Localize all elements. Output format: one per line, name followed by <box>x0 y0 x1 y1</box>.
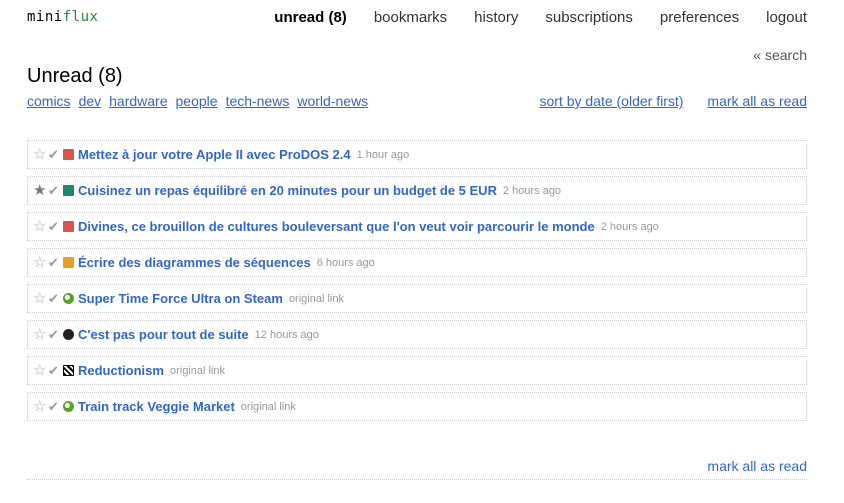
logo-part-flux: flux <box>62 9 99 25</box>
star-icon[interactable]: ☆ <box>33 291 47 306</box>
sort-link[interactable]: sort by date (older first) <box>539 93 683 109</box>
star-icon[interactable]: ☆ <box>33 255 47 270</box>
tag-comics[interactable]: comics <box>27 93 71 109</box>
nav-subscriptions[interactable]: subscriptions <box>545 9 633 26</box>
mark-read-icon[interactable]: ✔ <box>48 363 61 379</box>
tag-tech-news[interactable]: tech-news <box>226 93 290 109</box>
app-logo[interactable]: miniflux <box>27 9 98 25</box>
item-meta: 1 hour ago <box>356 148 410 161</box>
tag-list: comics dev hardware people tech-news wor… <box>27 93 368 109</box>
mark-read-icon[interactable]: ✔ <box>48 399 61 415</box>
tag-hardware[interactable]: hardware <box>109 93 167 109</box>
footer-mark-all-read-link[interactable]: mark all as read <box>707 458 807 474</box>
nav-bookmarks[interactable]: bookmarks <box>374 9 447 26</box>
item-meta[interactable]: original link <box>289 293 344 305</box>
mark-read-icon[interactable]: ✔ <box>48 183 61 199</box>
item-meta[interactable]: original link <box>170 365 225 377</box>
item-meta: 12 hours ago <box>254 328 319 341</box>
mark-read-icon[interactable]: ✔ <box>48 147 61 163</box>
item-title[interactable]: Reductionism <box>78 363 164 378</box>
feed-favicon-icon <box>63 257 74 268</box>
item-meta: 2 hours ago <box>502 184 562 197</box>
star-filled-icon[interactable]: ★ <box>33 183 47 198</box>
feed-favicon-icon <box>63 329 74 340</box>
tag-world-news[interactable]: world-news <box>297 93 368 109</box>
item-title[interactable]: C'est pas pour tout de suite <box>78 327 249 342</box>
feed-favicon-icon <box>63 401 74 412</box>
list-item: ☆ ✔ Divines, ce brouillon de cultures bo… <box>27 212 807 241</box>
item-title[interactable]: Divines, ce brouillon de cultures boulev… <box>78 219 595 234</box>
list-item: ★ ✔ Cuisinez un repas équilibré en 20 mi… <box>27 176 807 205</box>
nav-history[interactable]: history <box>474 9 518 26</box>
star-icon[interactable]: ☆ <box>33 327 47 342</box>
item-list: ☆ ✔ Mettez à jour votre Apple II avec Pr… <box>27 140 807 428</box>
star-icon[interactable]: ☆ <box>33 147 47 162</box>
nav-logout[interactable]: logout <box>766 9 807 26</box>
footer-divider <box>27 479 807 480</box>
list-item: ☆ ✔ Mettez à jour votre Apple II avec Pr… <box>27 140 807 169</box>
mark-read-icon[interactable]: ✔ <box>48 219 61 235</box>
item-title[interactable]: Train track Veggie Market <box>78 399 235 414</box>
page-title: Unread (8) <box>27 65 123 87</box>
search-link[interactable]: « search <box>753 47 807 63</box>
item-title[interactable]: Mettez à jour votre Apple II avec ProDOS… <box>78 147 351 162</box>
list-item: ☆ ✔ Reductionism original link <box>27 356 807 385</box>
tag-dev[interactable]: dev <box>79 93 102 109</box>
list-item: ☆ ✔ C'est pas pour tout de suite 12 hour… <box>27 320 807 349</box>
mark-read-icon[interactable]: ✔ <box>48 255 61 271</box>
star-icon[interactable]: ☆ <box>33 399 47 414</box>
star-icon[interactable]: ☆ <box>33 219 47 234</box>
item-title[interactable]: Écrire des diagrammes de séquences <box>78 255 311 270</box>
main-nav: unread (8) bookmarks history subscriptio… <box>274 9 807 26</box>
item-meta: 2 hours ago <box>600 220 659 233</box>
feed-favicon-icon <box>63 149 74 160</box>
list-item: ☆ ✔ Écrire des diagrammes de séquences 6… <box>27 248 807 277</box>
item-meta[interactable]: original link <box>241 401 296 413</box>
list-item: ☆ ✔ Train track Veggie Market original l… <box>27 392 807 421</box>
item-meta: 6 hours ago <box>316 256 375 269</box>
star-icon[interactable]: ☆ <box>33 363 47 378</box>
nav-preferences[interactable]: preferences <box>660 9 739 26</box>
feed-favicon-icon <box>63 221 74 232</box>
nav-unread[interactable]: unread (8) <box>274 9 347 26</box>
list-actions: sort by date (older first) mark all as r… <box>539 93 807 109</box>
mark-read-icon[interactable]: ✔ <box>48 291 61 307</box>
mark-read-icon[interactable]: ✔ <box>48 327 61 343</box>
tag-people[interactable]: people <box>176 93 218 109</box>
mark-all-read-link[interactable]: mark all as read <box>707 93 807 109</box>
logo-part-mini: mini <box>27 9 63 25</box>
item-title[interactable]: Cuisinez un repas équilibré en 20 minute… <box>78 183 497 198</box>
feed-favicon-icon <box>63 293 74 304</box>
feed-favicon-icon <box>63 365 74 376</box>
item-title[interactable]: Super Time Force Ultra on Steam <box>78 291 283 306</box>
list-item: ☆ ✔ Super Time Force Ultra on Steam orig… <box>27 284 807 313</box>
feed-favicon-icon <box>63 185 74 196</box>
